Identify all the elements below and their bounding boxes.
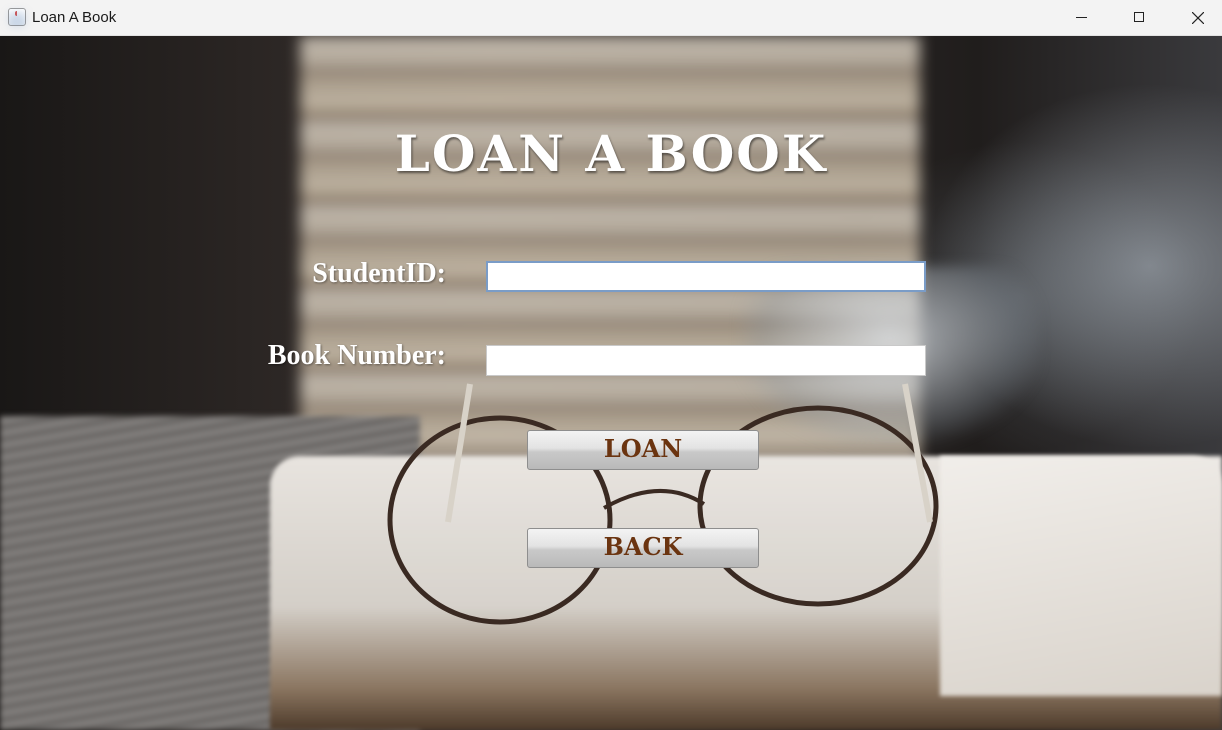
maximize-button[interactable] xyxy=(1110,0,1168,36)
loan-button[interactable]: LOAN xyxy=(527,430,759,470)
window-title: Loan A Book xyxy=(32,9,117,26)
maximize-icon xyxy=(1134,12,1144,22)
loan-book-window: Loan A Book LOAN A BOOK StudentID: Book … xyxy=(0,0,1222,730)
close-icon xyxy=(1192,12,1204,24)
java-cup-icon xyxy=(8,8,26,26)
title-bar[interactable]: Loan A Book xyxy=(0,0,1222,36)
student-id-input[interactable] xyxy=(486,261,926,292)
minimize-button[interactable] xyxy=(1052,0,1110,36)
page-title: LOAN A BOOK xyxy=(394,124,828,183)
back-button[interactable]: BACK xyxy=(527,528,759,568)
content-panel: LOAN A BOOK StudentID: Book Number: LOAN… xyxy=(0,36,1222,730)
book-number-input[interactable] xyxy=(486,345,926,376)
minimize-icon xyxy=(1076,17,1087,18)
book-number-label: Book Number: xyxy=(267,340,446,371)
student-id-label: StudentID: xyxy=(312,258,446,289)
close-button[interactable] xyxy=(1168,0,1222,36)
